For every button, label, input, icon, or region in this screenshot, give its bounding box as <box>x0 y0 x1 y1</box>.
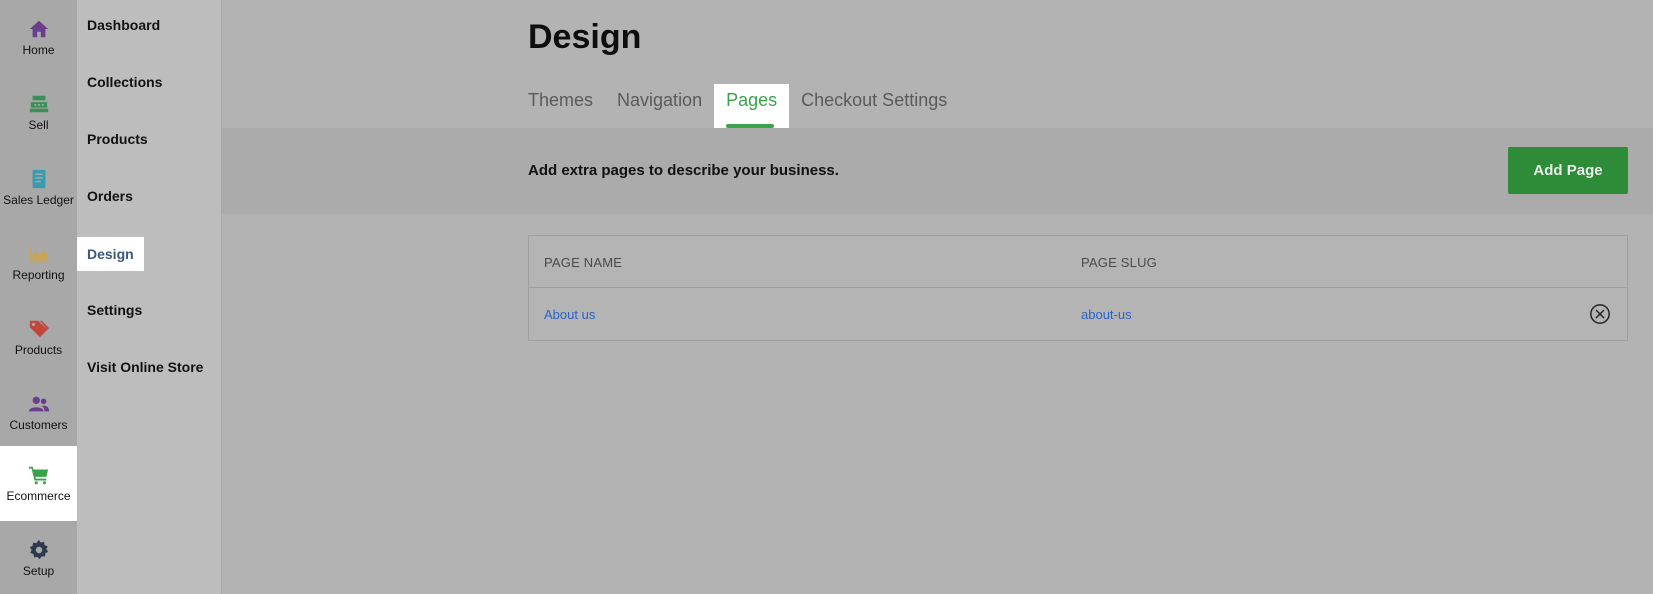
register-icon <box>29 95 48 113</box>
pages-table: PAGE NAME PAGE SLUG About us about-us <box>528 235 1628 341</box>
subnav-item-settings[interactable]: Settings <box>77 293 152 327</box>
tab-themes[interactable]: Themes <box>528 84 605 128</box>
subnav-item-dashboard[interactable]: Dashboard <box>77 8 170 42</box>
home-icon <box>29 20 48 38</box>
rail-item-label: Ecommerce <box>6 489 71 503</box>
subnav-item-products[interactable]: Products <box>77 122 158 156</box>
ledger-icon <box>32 169 45 189</box>
add-page-button[interactable]: Add Page <box>1508 147 1628 194</box>
tab-navigation[interactable]: Navigation <box>605 84 714 128</box>
rail-item-home[interactable]: Home <box>0 0 77 75</box>
app-rail: Home Sell Sales Ledger Reporting Product… <box>0 0 77 594</box>
users-icon <box>28 396 49 412</box>
rail-item-label: Sell <box>28 118 49 132</box>
pages-header-band: Add extra pages to describe your busines… <box>222 128 1653 214</box>
subnav-item-visit-online-store[interactable]: Visit Online Store <box>77 350 213 384</box>
chart-area-icon <box>29 246 48 263</box>
rail-item-label: Products <box>14 343 63 357</box>
rail-item-label: Customers <box>9 418 68 432</box>
ecommerce-subnav: Dashboard Collections Products Orders De… <box>77 0 222 594</box>
cart-icon <box>28 466 48 485</box>
rail-item-sales-ledger[interactable]: Sales Ledger <box>0 150 77 225</box>
column-header-page-name: PAGE NAME <box>544 254 623 270</box>
rail-item-label: Setup <box>22 564 55 578</box>
rail-item-customers[interactable]: Customers <box>0 375 77 450</box>
main-content: Design Themes Navigation Pages Checkout … <box>222 0 1653 594</box>
subnav-item-collections[interactable]: Collections <box>77 65 172 99</box>
gear-icon <box>29 539 48 560</box>
rail-item-label: Reporting <box>12 268 65 282</box>
column-header-page-slug: PAGE SLUG <box>1081 254 1157 270</box>
pages-description: Add extra pages to describe your busines… <box>528 162 839 179</box>
rail-item-label: Sales Ledger <box>3 193 74 207</box>
subnav-item-design[interactable]: Design <box>77 237 144 271</box>
rail-item-sell[interactable]: Sell <box>0 75 77 150</box>
tab-pages[interactable]: Pages <box>714 84 790 128</box>
page-slug-link[interactable]: about-us <box>1081 288 1132 340</box>
rail-item-label: Home <box>22 43 55 57</box>
tab-checkout-settings[interactable]: Checkout Settings <box>789 84 959 128</box>
delete-circle-x-icon[interactable] <box>1589 303 1611 325</box>
page-title: Design <box>528 18 642 56</box>
rail-item-setup[interactable]: Setup <box>0 521 77 594</box>
page-name-link[interactable]: About us <box>544 288 595 340</box>
subnav-item-orders[interactable]: Orders <box>77 179 143 213</box>
rail-item-ecommerce[interactable]: Ecommerce <box>0 446 77 521</box>
design-tabs: Themes Navigation Pages Checkout Setting… <box>528 84 959 128</box>
rail-item-reporting[interactable]: Reporting <box>0 225 77 300</box>
rail-item-products[interactable]: Products <box>0 300 77 375</box>
table-header: PAGE NAME PAGE SLUG <box>529 236 1627 288</box>
tags-icon <box>29 320 49 338</box>
table-row[interactable]: About us about-us <box>529 288 1627 340</box>
